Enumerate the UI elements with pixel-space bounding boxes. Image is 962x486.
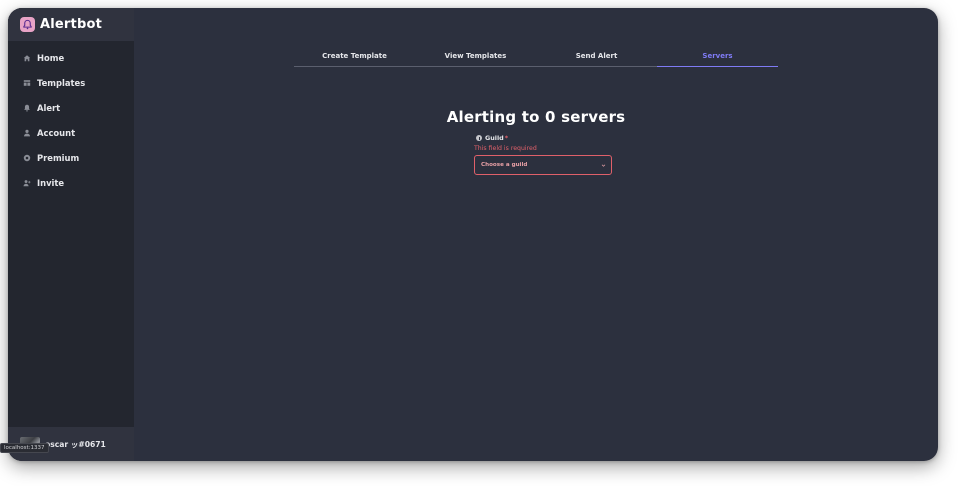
bell-icon	[20, 17, 35, 32]
sidebar-item-invite[interactable]: Invite	[8, 170, 134, 195]
sidebar-item-label: Account	[37, 127, 76, 138]
guild-select-placeholder: Choose a guild	[481, 162, 528, 168]
templates-icon	[22, 78, 31, 87]
app-window: Alertbot Home Templates Alert Account Pr…	[8, 8, 938, 461]
sidebar-item-label: Alert	[37, 102, 61, 113]
info-icon[interactable]	[476, 135, 482, 141]
user-icon	[22, 128, 31, 137]
main-content: Create Template View Templates Send Aler…	[134, 8, 938, 461]
guild-label-text: Guild	[485, 134, 504, 142]
guild-field-label: Guild *	[476, 134, 614, 142]
premium-icon	[22, 153, 31, 162]
tab-send-alert[interactable]: Send Alert	[536, 46, 657, 66]
tab-view-templates[interactable]: View Templates	[415, 46, 536, 66]
guild-error-message: This field is required	[474, 145, 537, 152]
sidebar-item-home[interactable]: Home	[8, 45, 134, 70]
username: oscar ッ#0671	[45, 439, 106, 449]
status-bar-url: localhost:1337	[0, 443, 49, 453]
sidebar-item-label: Templates	[37, 77, 86, 88]
sidebar-item-label: Home	[37, 52, 65, 63]
guild-select[interactable]: Choose a guild	[474, 155, 612, 175]
tab-servers[interactable]: Servers	[657, 46, 778, 67]
sidebar-nav: Home Templates Alert Account Premium Inv…	[8, 45, 134, 195]
sidebar-item-templates[interactable]: Templates	[8, 70, 134, 95]
invite-icon	[22, 178, 31, 187]
sidebar-item-label: Invite	[37, 177, 65, 188]
sidebar-item-account[interactable]: Account	[8, 120, 134, 145]
sidebar: Alertbot Home Templates Alert Account Pr…	[8, 8, 134, 461]
sidebar-item-alert[interactable]: Alert	[8, 95, 134, 120]
sidebar-item-premium[interactable]: Premium	[8, 145, 134, 170]
guild-form: Guild * This field is required Choose a …	[474, 134, 614, 175]
chevron-down-icon	[601, 163, 606, 168]
brand[interactable]: Alertbot	[8, 8, 134, 41]
required-mark: *	[504, 134, 509, 142]
tab-bar: Create Template View Templates Send Aler…	[294, 46, 778, 67]
page-title: Alerting to 0 servers	[446, 108, 626, 127]
bell-icon	[22, 103, 31, 112]
tab-create-template[interactable]: Create Template	[294, 46, 415, 66]
app-title: Alertbot	[40, 17, 103, 32]
sidebar-item-label: Premium	[37, 152, 80, 163]
home-icon	[22, 53, 31, 62]
